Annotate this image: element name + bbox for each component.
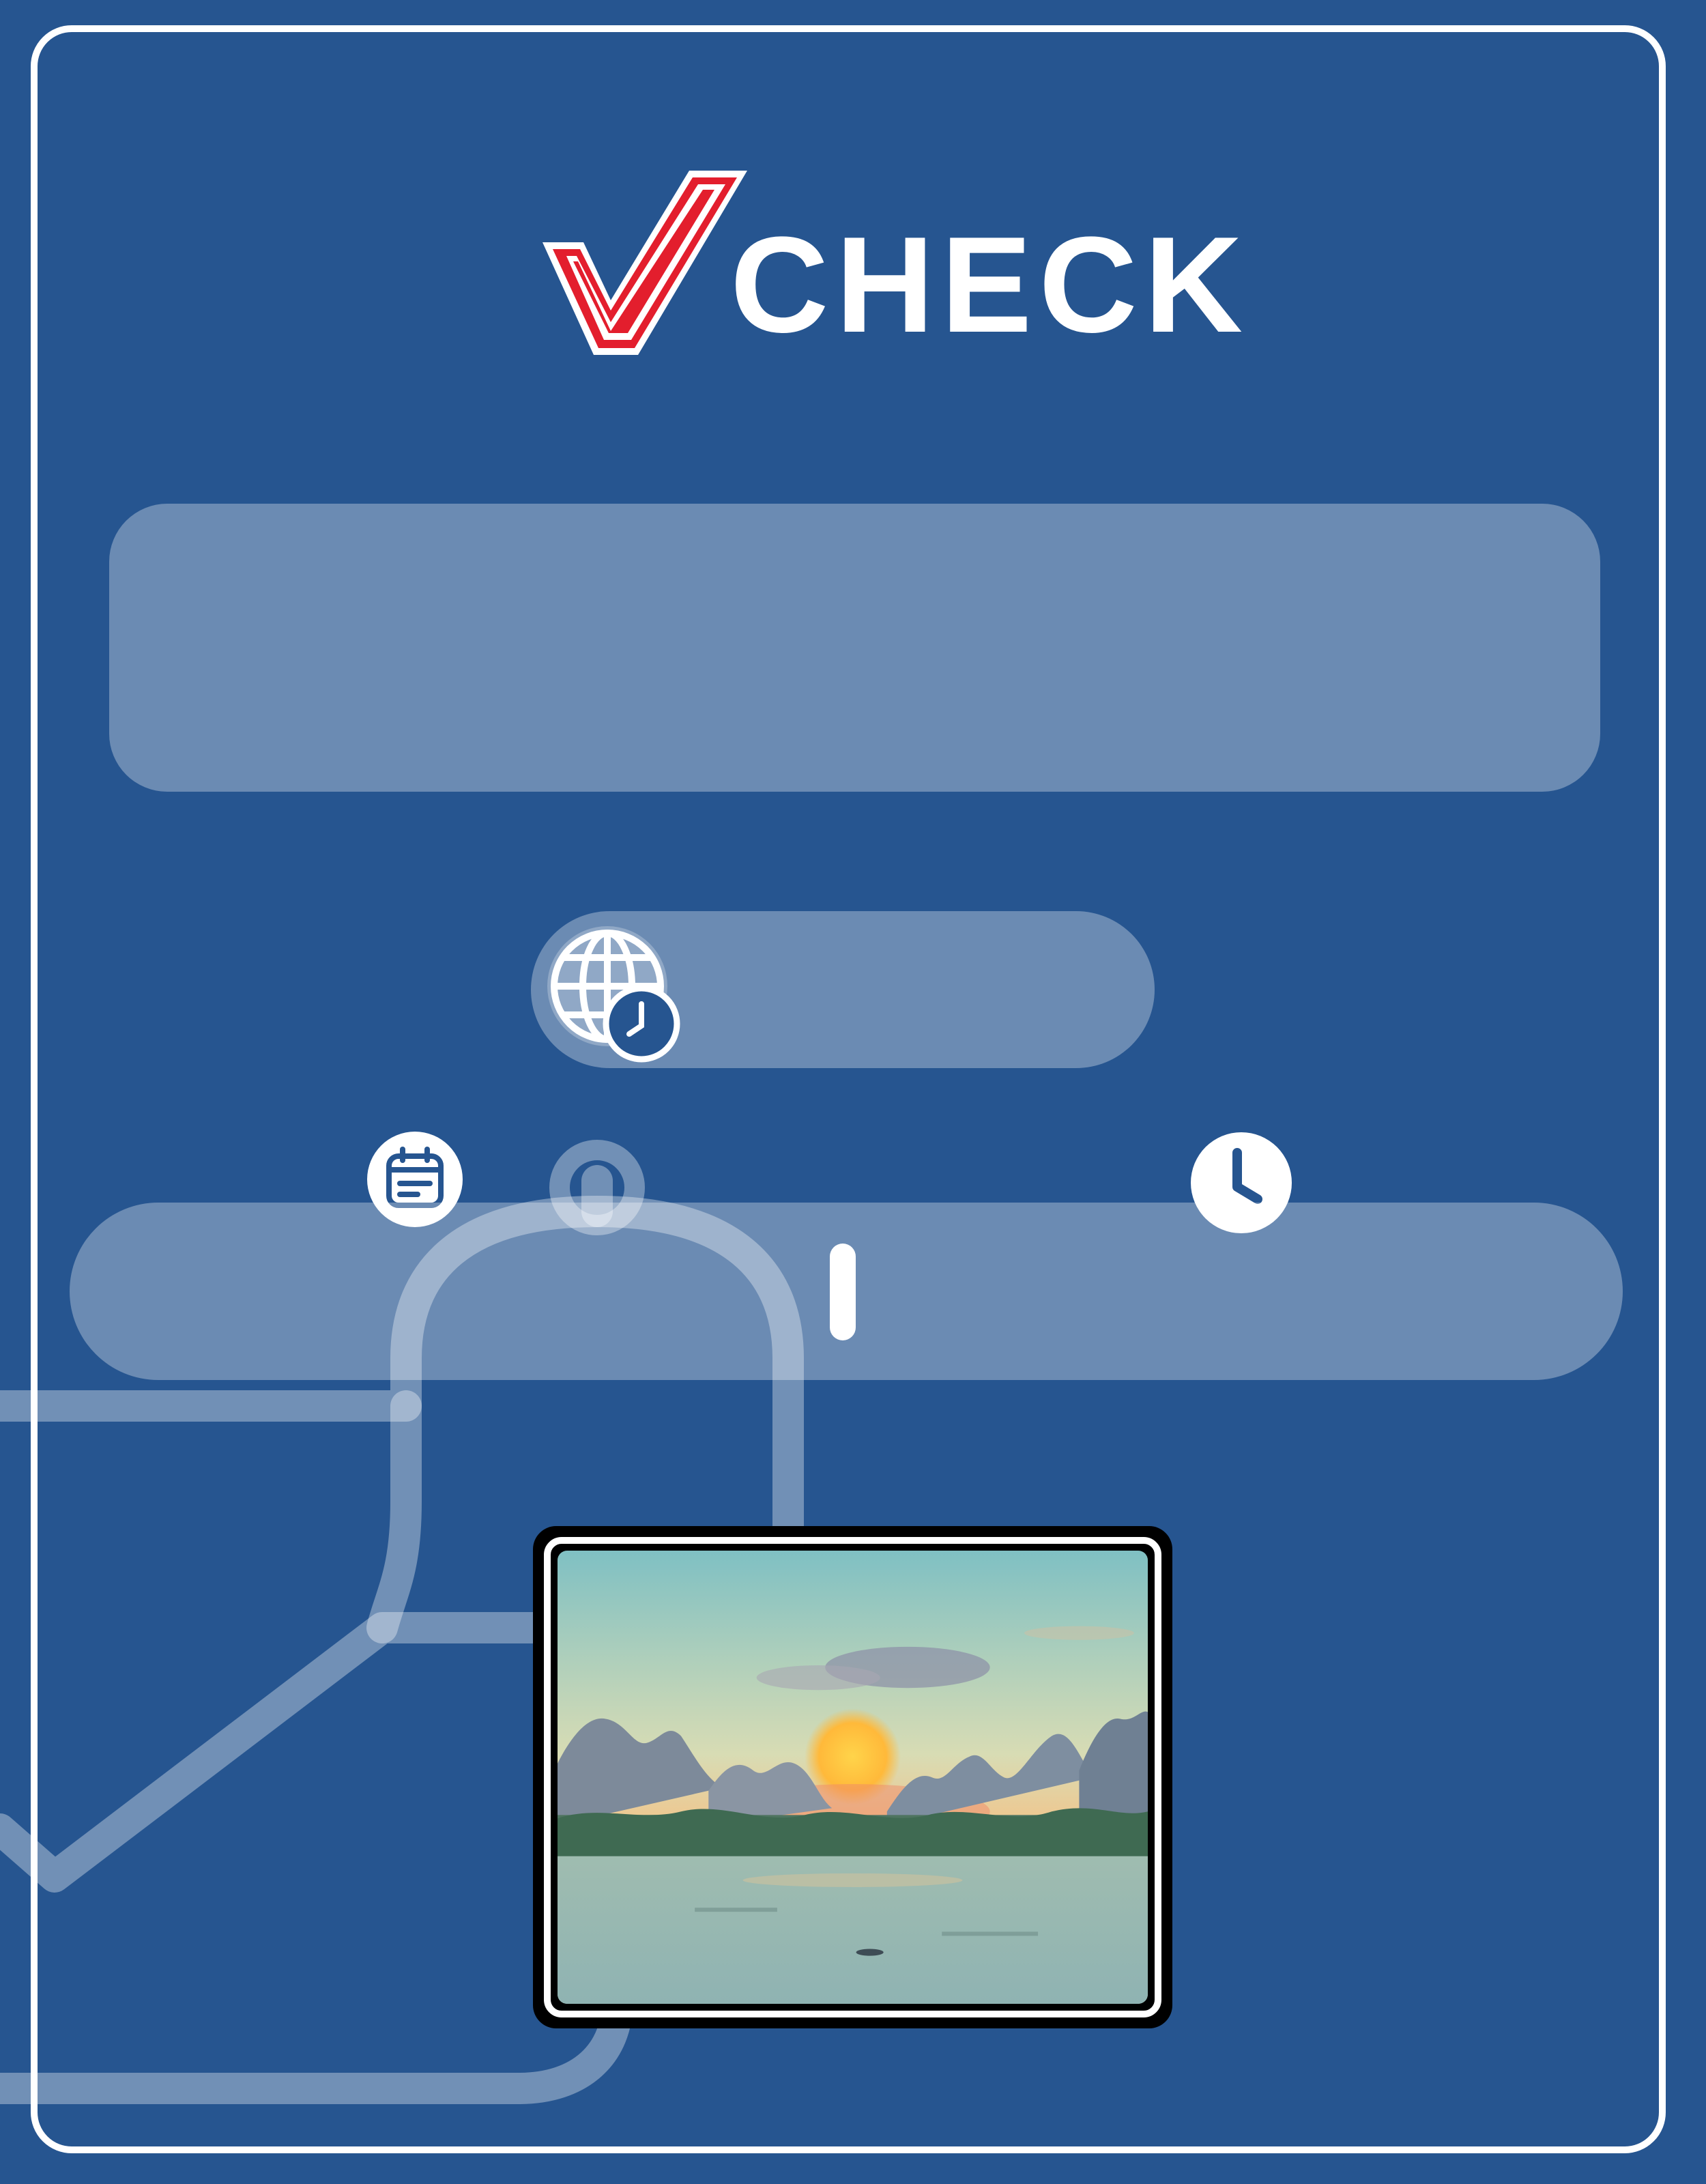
logo-text: CHECK — [730, 209, 1250, 361]
photo-frame — [533, 1526, 1172, 2028]
datetime-separator — [830, 1244, 856, 1340]
checkmark-logo-icon — [543, 171, 747, 355]
landscape-photo — [558, 1551, 1148, 2004]
globe-clock-icon[interactable] — [539, 918, 689, 1068]
vcheck-logo: CHECK — [536, 164, 1249, 362]
info-panel — [109, 504, 1600, 792]
